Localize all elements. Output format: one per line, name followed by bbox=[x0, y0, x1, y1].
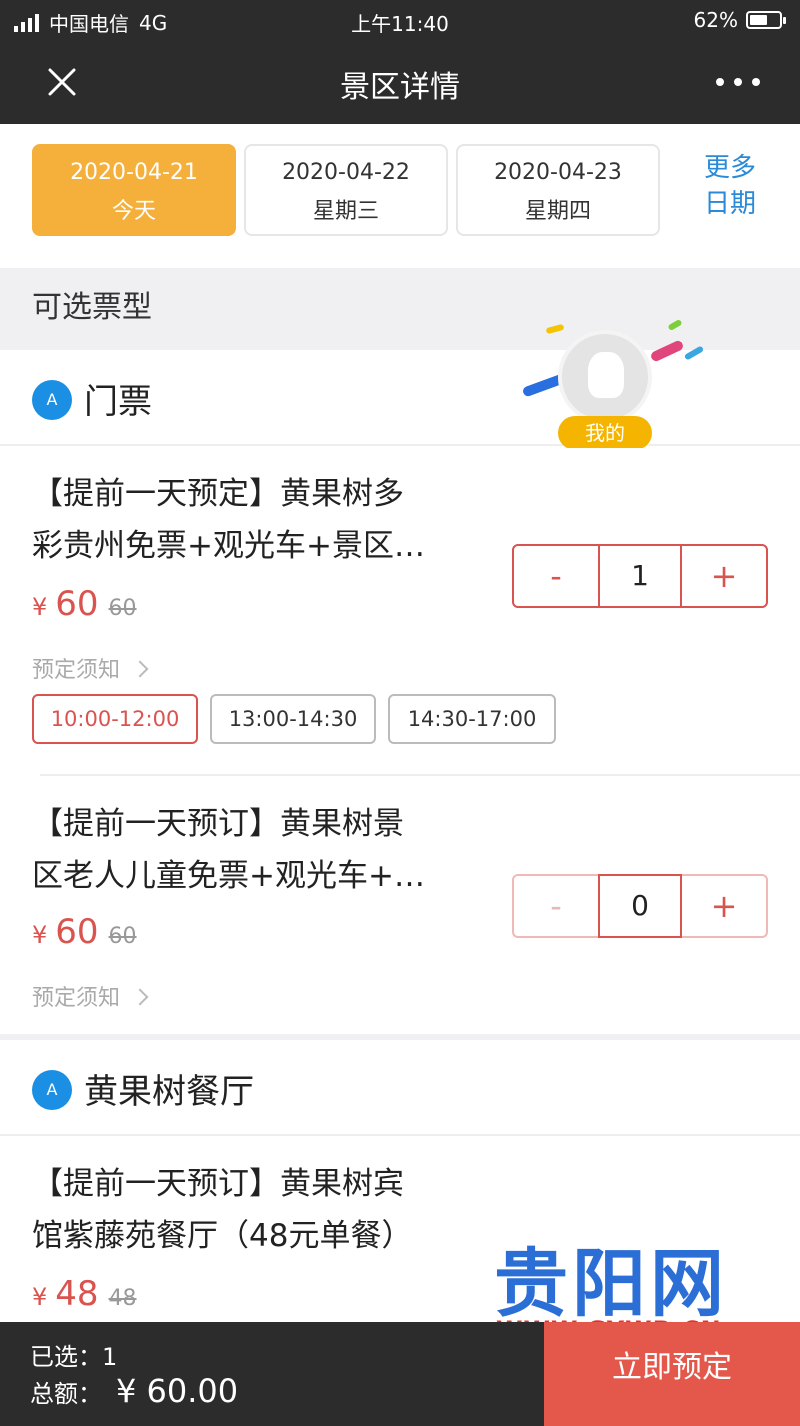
date-chip-date: 2020-04-21 bbox=[70, 160, 198, 185]
ticket-name: 【提前一天预定】黄果树多 彩贵州免票+观光车+景区… bbox=[32, 476, 425, 564]
quantity-value: 1 bbox=[598, 546, 682, 606]
chevron-right-icon bbox=[131, 660, 149, 678]
group-title: 门票 bbox=[84, 382, 152, 422]
confetti-streak bbox=[649, 339, 685, 363]
date-selector: 2020-04-21 今天 2020-04-22 星期三 2020-04-23 … bbox=[0, 124, 800, 268]
ticket-price: ¥48 48 bbox=[32, 1274, 137, 1314]
original-price: 48 bbox=[108, 1286, 137, 1311]
original-price: 60 bbox=[108, 924, 137, 949]
confetti-streak bbox=[667, 318, 683, 332]
nav-bar: 景区详情 bbox=[0, 40, 800, 124]
confetti-streak bbox=[545, 323, 565, 335]
book-now-button[interactable]: 立即预定 bbox=[544, 1322, 800, 1426]
mine-tag: 我的 bbox=[558, 416, 652, 450]
date-chip-weekday: 今天 bbox=[111, 199, 156, 224]
floating-mine-widget[interactable]: 我的 bbox=[518, 318, 708, 458]
group-title: 黄果树餐厅 bbox=[84, 1072, 254, 1112]
total-label: 总额： bbox=[30, 1380, 102, 1408]
time-slot-10-12[interactable]: 10:00-12:00 bbox=[32, 694, 198, 744]
battery-icon bbox=[746, 11, 786, 29]
booking-notice-link[interactable]: 预定须知 bbox=[32, 980, 149, 1012]
battery-percent: 62% bbox=[693, 8, 738, 32]
chevron-right-icon bbox=[131, 988, 149, 1006]
status-right: 62% bbox=[693, 8, 786, 32]
quantity-value: 0 bbox=[598, 874, 682, 938]
more-dots-icon[interactable] bbox=[716, 70, 760, 94]
time-slot-13-1430[interactable]: 13:00-14:30 bbox=[210, 694, 376, 744]
plus-button[interactable]: + bbox=[682, 546, 766, 606]
group-badge-icon: A bbox=[32, 1070, 72, 1110]
total-amount: ¥ 60.00 bbox=[116, 1372, 239, 1410]
order-summary: 已选：1 总额： ¥ 60.00 bbox=[30, 1340, 238, 1411]
selected-count: 1 bbox=[102, 1343, 118, 1371]
ticket-price: ¥60 60 bbox=[32, 912, 137, 952]
original-price: 60 bbox=[108, 596, 137, 621]
divider bbox=[40, 774, 800, 776]
plus-button[interactable]: + bbox=[682, 876, 766, 936]
date-chip-0423[interactable]: 2020-04-23 星期四 bbox=[456, 144, 660, 236]
date-chip-0422[interactable]: 2020-04-22 星期三 bbox=[244, 144, 448, 236]
confetti-streak bbox=[683, 345, 705, 361]
minus-button[interactable]: - bbox=[514, 546, 598, 606]
page-title: 景区详情 bbox=[340, 70, 460, 105]
ticket-item-2: 【提前一天预订】黄果树景 区老人儿童免票+观光车+… ¥60 60 预定须知 - … bbox=[0, 778, 800, 1034]
date-chip-0421[interactable]: 2020-04-21 今天 bbox=[32, 144, 236, 236]
ticket-price: ¥60 60 bbox=[32, 584, 137, 624]
booking-notice-link[interactable]: 预定须知 bbox=[32, 652, 149, 684]
quantity-stepper: - 0 + bbox=[512, 874, 768, 938]
date-chip-weekday: 星期四 bbox=[524, 199, 591, 224]
more-dates-link[interactable]: 更多 日期 bbox=[690, 150, 770, 222]
date-chip-date: 2020-04-23 bbox=[494, 160, 622, 185]
group-badge-icon: A bbox=[32, 380, 72, 420]
minus-button[interactable]: - bbox=[514, 876, 598, 936]
avatar bbox=[558, 330, 652, 424]
more-dates-line1: 更多 bbox=[703, 153, 756, 183]
ticket-name: 【提前一天预订】黄果树宾 馆紫藤苑餐厅（48元单餐） bbox=[32, 1166, 413, 1254]
status-time: 上午11:40 bbox=[351, 12, 449, 36]
date-chip-date: 2020-04-22 bbox=[282, 160, 410, 185]
quantity-stepper: - 1 + bbox=[512, 544, 768, 608]
checkout-bar: 已选：1 总额： ¥ 60.00 立即预定 bbox=[0, 1322, 800, 1426]
group-header-restaurant: A 黄果树餐厅 bbox=[0, 1040, 800, 1136]
watermark-logo-text: 贵阳网 bbox=[494, 1241, 728, 1327]
selected-label: 已选： bbox=[30, 1343, 102, 1371]
more-dates-line2: 日期 bbox=[703, 189, 756, 219]
ticket-name: 【提前一天预订】黄果树景 区老人儿童免票+观光车+… bbox=[32, 806, 425, 894]
time-slot-1430-17[interactable]: 14:30-17:00 bbox=[388, 694, 556, 744]
status-bar: 中国电信 4G 上午11:40 62% bbox=[0, 0, 800, 40]
date-chip-weekday: 星期三 bbox=[312, 199, 379, 224]
